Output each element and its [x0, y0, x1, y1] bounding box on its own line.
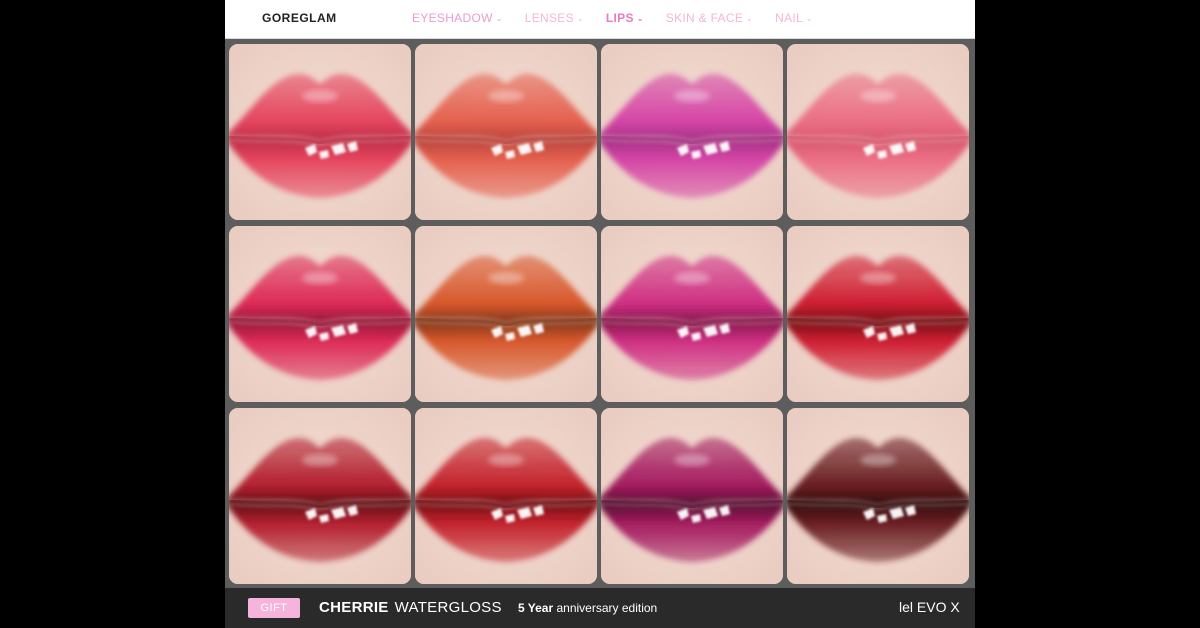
lip-swatch-tile[interactable] [229, 408, 411, 584]
nav-item-label: SKIN & FACE [665, 11, 744, 25]
nav-item-label: NAIL [775, 11, 804, 25]
edition-text: 5 Year anniversary edition [518, 601, 657, 615]
chevron-down-icon: ⌄ [636, 13, 644, 23]
lip-swatch-tile[interactable] [787, 408, 969, 584]
lip-swatch-image [601, 408, 783, 584]
lip-swatch-grid [229, 44, 971, 584]
lip-swatch-tile[interactable] [601, 408, 783, 584]
footer-bar: GIFT CHERRIE WATERGLOSS 5 Year anniversar… [225, 588, 975, 628]
nav-item-skin-face[interactable]: SKIN & FACE ⌄ [666, 11, 753, 25]
lip-swatch-image [787, 226, 969, 402]
lip-swatch-tile[interactable] [601, 44, 783, 220]
chevron-down-icon: ⌄ [495, 13, 503, 23]
lip-swatch-image [415, 44, 597, 220]
lip-swatch-image [415, 408, 597, 584]
lip-swatch-image [601, 226, 783, 402]
lip-swatch-image [229, 44, 411, 220]
edition-label: anniversary edition [553, 601, 658, 615]
product-name-bold: CHERRIE [319, 599, 389, 616]
gift-badge: GIFT [248, 598, 300, 618]
evo-compat-label: lel EVO X [899, 599, 960, 615]
lip-swatch-image [415, 226, 597, 402]
nav-item-label: LENSES [524, 11, 574, 25]
lip-swatch-image [787, 44, 969, 220]
nav-item-eyeshadow[interactable]: EYESHADOW ⌄ [412, 11, 503, 25]
nav-item-lenses[interactable]: LENSES ⌄ [525, 11, 584, 25]
lip-swatch-image [787, 408, 969, 584]
lip-swatch-image [229, 226, 411, 402]
chevron-down-icon: ⌄ [746, 13, 754, 23]
chevron-down-icon: ⌄ [576, 13, 584, 23]
nav-menu: EYESHADOW ⌄ LENSES ⌄ LIPS ⌄ SKIN & FACE … [412, 11, 835, 25]
product-name: CHERRIE WATERGLOSS [319, 599, 502, 616]
lip-swatch-tile[interactable] [787, 44, 969, 220]
nav-item-label: LIPS [605, 11, 634, 25]
lip-swatch-tile[interactable] [415, 44, 597, 220]
lip-swatch-tile[interactable] [415, 408, 597, 584]
lip-swatch-tile[interactable] [787, 226, 969, 402]
lip-swatch-image [601, 44, 783, 220]
lip-swatch-tile[interactable] [229, 44, 411, 220]
lip-swatch-image [229, 408, 411, 584]
brand-logo[interactable]: GOREGLAM [262, 11, 337, 25]
nav-item-label: EYESHADOW [412, 11, 493, 25]
lip-swatch-tile[interactable] [415, 226, 597, 402]
lip-swatch-tile[interactable] [601, 226, 783, 402]
product-name-light: WATERGLOSS [394, 599, 502, 616]
top-navbar: GOREGLAM EYESHADOW ⌄ LENSES ⌄ LIPS ⌄ SKI… [225, 0, 975, 39]
product-frame: GOREGLAM EYESHADOW ⌄ LENSES ⌄ LIPS ⌄ SKI… [225, 0, 975, 628]
edition-years: 5 Year [518, 601, 554, 615]
nav-item-lips[interactable]: LIPS ⌄ [606, 11, 644, 25]
nav-item-nail[interactable]: NAIL ⌄ [775, 11, 813, 25]
chevron-down-icon: ⌄ [806, 13, 814, 23]
lip-swatch-tile[interactable] [229, 226, 411, 402]
